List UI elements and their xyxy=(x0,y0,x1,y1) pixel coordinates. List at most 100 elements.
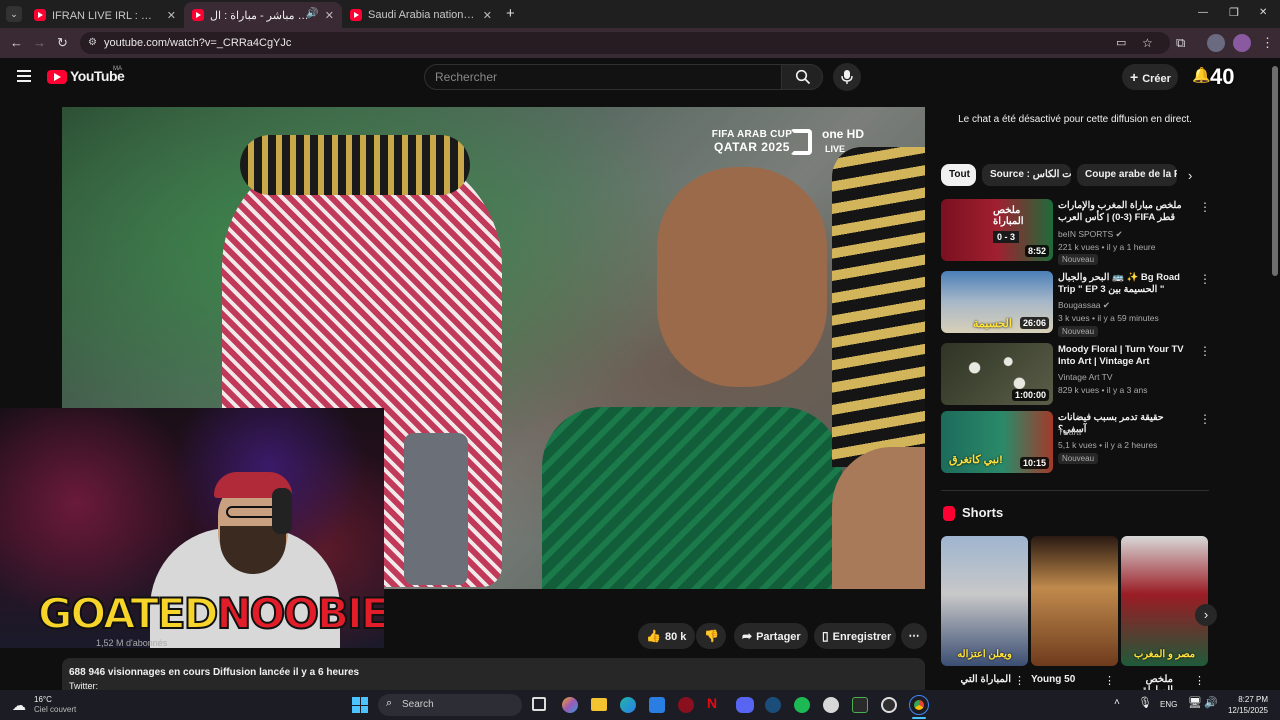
netflix-icon[interactable]: N xyxy=(707,695,717,711)
profile-avatar[interactable] xyxy=(1207,34,1225,52)
more-vert-icon[interactable]: ⋮ xyxy=(1199,412,1211,426)
channel-name[interactable]: Bougassaa ✔ xyxy=(1058,299,1198,311)
verified-icon: ✔ xyxy=(1115,229,1123,239)
video-thumbnail[interactable]: الحسيمة 26:06 xyxy=(941,271,1053,333)
duration-badge: 26:06 xyxy=(1019,317,1049,329)
short-title[interactable]: Young 50 xyxy=(1031,674,1101,685)
save-label: Enregistrer xyxy=(832,631,892,643)
xbox-icon[interactable] xyxy=(823,697,839,713)
more-vert-icon[interactable]: ⋮ xyxy=(1199,200,1211,214)
browser-tab-active[interactable]: كأس العرب مباشر - مباراة : ال 🔊 ✕ xyxy=(184,2,342,28)
more-actions-button[interactable]: ⋯ xyxy=(901,623,927,649)
filter-chip-source[interactable]: Source : قنوات الكاس xyxy=(982,164,1071,186)
tab-list-dropdown[interactable]: ⌄ xyxy=(6,6,22,22)
clock-time[interactable]: 8:27 PM xyxy=(1220,695,1268,704)
more-vert-icon[interactable]: ⋮ xyxy=(1104,674,1115,687)
restore-button[interactable]: ❐ xyxy=(1229,6,1239,19)
short-thumbnail[interactable] xyxy=(1031,536,1118,666)
search-input[interactable]: Rechercher xyxy=(424,64,782,90)
reload-icon[interactable]: ↻ xyxy=(57,35,68,51)
voice-search-button[interactable] xyxy=(833,63,861,91)
network-icon[interactable]: 🖥 xyxy=(1188,696,1202,709)
channel-name[interactable]: beIN SPORTS ✔ xyxy=(1058,228,1198,240)
start-button[interactable] xyxy=(352,697,368,713)
store-icon[interactable] xyxy=(649,697,665,713)
filter-chip-all[interactable]: Tout xyxy=(941,164,976,186)
video-thumbnail[interactable]: ملخص المباراة 0 - 3 8:52 xyxy=(941,199,1053,261)
tray-overflow-icon[interactable]: ˄ xyxy=(1114,697,1120,708)
like-button[interactable]: 👍 80 k xyxy=(638,623,695,649)
shorts-next-button[interactable]: › xyxy=(1195,604,1217,626)
page-scrollbar[interactable] xyxy=(1272,66,1278,276)
chrome-icon[interactable] xyxy=(909,695,929,715)
browser-menu-icon[interactable]: ⋮ xyxy=(1261,35,1274,51)
forward-icon[interactable]: → xyxy=(33,35,46,50)
cast-icon[interactable]: ▭ xyxy=(1116,32,1126,54)
discord-icon[interactable] xyxy=(736,697,754,713)
notifications-button[interactable]: 🔔 40 xyxy=(1190,64,1250,92)
taskbar-search-label: Search xyxy=(402,699,434,710)
video-title[interactable]: البحر والجبال 🚌 ✨ Bg Road Trip " EP 3 ال… xyxy=(1058,272,1192,296)
view-count-line: 688 946 visionnages en cours Diffusion l… xyxy=(69,667,360,678)
share-button[interactable]: ➦ Partager xyxy=(734,623,808,649)
address-bar[interactable]: ⚙ youtube.com/watch?v=_CRRa4CgYJc ▭ ☆ xyxy=(80,32,1170,54)
new-tab-button[interactable]: + xyxy=(506,5,515,22)
back-icon[interactable]: ← xyxy=(10,35,23,50)
short-thumbnail[interactable]: مصر و المغرب xyxy=(1121,536,1208,666)
browser-tab[interactable]: Saudi Arabia national Day ✕ xyxy=(342,2,500,28)
youtube-logo-icon[interactable] xyxy=(47,70,67,84)
create-button[interactable]: + Créer xyxy=(1122,64,1178,90)
video-title[interactable]: ملخص مباراة المغرب والإمارات (3-0) | كأس… xyxy=(1058,200,1192,224)
more-vert-icon[interactable]: ⋮ xyxy=(1194,674,1205,687)
guide-menu-icon[interactable] xyxy=(17,70,31,82)
dislike-button[interactable]: 👎 xyxy=(696,623,726,649)
profile-avatar[interactable] xyxy=(1233,34,1251,52)
save-button[interactable]: ▯ Enregistrer xyxy=(814,623,896,649)
browser-tab[interactable]: IFRAN LIVE IRL : سويسرا المغرب ✕ xyxy=(26,2,184,28)
more-vert-icon[interactable]: ⋮ xyxy=(1014,674,1025,687)
video-title[interactable]: Moody Floral | Turn Your TV Into Art | V… xyxy=(1058,344,1192,368)
close-tab-icon[interactable]: ✕ xyxy=(325,9,334,22)
search-button[interactable] xyxy=(781,64,823,90)
more-vert-icon[interactable]: ⋮ xyxy=(1199,344,1211,358)
speaker-icon[interactable]: 🔊 xyxy=(306,8,318,19)
video-thumbnail[interactable]: 1:00:00 xyxy=(941,343,1053,405)
minimize-button[interactable]: — xyxy=(1198,7,1208,18)
description-box[interactable]: 688 946 visionnages en cours Diffusion l… xyxy=(62,658,925,691)
weather-icon[interactable]: ☁ xyxy=(12,697,26,714)
more-horizontal-icon: ⋯ xyxy=(908,630,920,642)
channel-name[interactable]: Twara xyxy=(1058,426,1198,438)
more-vert-icon[interactable]: ⋮ xyxy=(1199,272,1211,286)
close-window-button[interactable]: ✕ xyxy=(1259,7,1267,18)
score-bar: 0 - 3 xyxy=(993,231,1020,243)
microphone-icon[interactable]: 🎙 xyxy=(1138,696,1152,709)
filter-chip-arab-cup[interactable]: Coupe arabe de la FIFA xyxy=(1077,164,1177,186)
chevron-right-icon: › xyxy=(1203,607,1209,622)
channel-name[interactable]: Vintage Art TV xyxy=(1058,371,1198,383)
language-indicator[interactable]: ENG xyxy=(1160,700,1177,709)
steam-icon[interactable] xyxy=(765,697,781,713)
spotify-icon[interactable] xyxy=(794,697,810,713)
file-explorer-icon[interactable] xyxy=(591,698,607,711)
close-tab-icon[interactable]: ✕ xyxy=(483,9,492,22)
youtube-favicon-icon xyxy=(350,9,362,21)
verified-icon: ✔ xyxy=(1102,300,1111,310)
new-badge: Nouveau xyxy=(1058,326,1099,337)
taskbar-search[interactable]: ⌕ Search xyxy=(378,694,522,716)
app-icon[interactable] xyxy=(678,697,694,713)
extensions-icon[interactable]: ⧉ xyxy=(1176,35,1185,51)
close-tab-icon[interactable]: ✕ xyxy=(167,9,176,22)
clock-date[interactable]: 12/15/2025 xyxy=(1216,706,1268,715)
chevron-right-icon[interactable]: › xyxy=(1188,168,1192,183)
obs-icon[interactable] xyxy=(881,697,897,713)
bookmark-star-icon[interactable]: ☆ xyxy=(1142,32,1153,54)
edge-icon[interactable] xyxy=(620,697,636,713)
app-icon[interactable] xyxy=(852,697,868,713)
video-thumbnail[interactable]: نبي كاتغرق! 10:15 xyxy=(941,411,1053,473)
copilot-icon[interactable] xyxy=(562,697,578,713)
youtube-favicon-icon xyxy=(192,9,204,21)
task-view-icon[interactable] xyxy=(532,697,546,711)
short-title[interactable]: المباراة التي xyxy=(941,674,1011,685)
short-thumbnail[interactable]: ويعلن اعتزاله xyxy=(941,536,1028,666)
site-info-icon[interactable]: ⚙ xyxy=(88,32,97,54)
